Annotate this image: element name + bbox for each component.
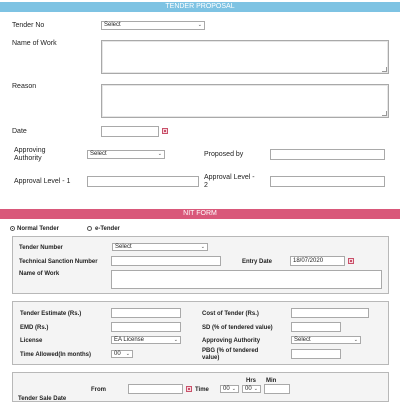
normal-tender-radio[interactable] <box>10 226 15 231</box>
chevron-down-icon: ⌄ <box>253 386 258 392</box>
time-allowed-select-value: 00 <box>114 351 121 357</box>
reason-textarea[interactable] <box>101 84 389 118</box>
chevron-down-icon: ⌄ <box>125 351 130 357</box>
chevron-down-icon: ⌄ <box>197 22 202 28</box>
time-min-value: 00 <box>245 386 252 392</box>
nit-name-of-work-textarea[interactable] <box>111 270 382 289</box>
time-extra-input[interactable] <box>264 384 290 394</box>
cost-of-tender-label: Cost of Tender (Rs.) <box>202 311 259 317</box>
entry-date-label: Entry Date <box>242 259 273 265</box>
approving-authority-label-line1: Approving <box>14 147 46 154</box>
proposed-by-input[interactable] <box>270 149 385 160</box>
approval-level-2-input[interactable] <box>270 176 385 187</box>
chevron-down-icon: ⌄ <box>353 337 358 343</box>
time-allowed-select[interactable]: 00 ⌄ <box>111 350 133 358</box>
from-label: From <box>91 387 106 393</box>
reason-label: Reason <box>12 83 37 90</box>
tender-number-select-value: Select <box>115 244 132 250</box>
nit-approving-authority-select[interactable]: Select ⌄ <box>291 336 361 344</box>
tender-no-select-value: Select <box>104 22 121 28</box>
tender-no-select[interactable]: Select ⌄ <box>101 21 205 30</box>
approving-authority-select-value: Select <box>90 151 107 157</box>
tender-no-label: Tender No <box>12 22 45 29</box>
e-tender-radio[interactable] <box>87 226 92 231</box>
tender-number-select[interactable]: Select ⌄ <box>112 243 208 251</box>
chevron-down-icon: ⌄ <box>157 151 162 157</box>
approving-authority-label-line2: Authority <box>14 155 42 162</box>
name-of-work-textarea[interactable] <box>101 40 389 74</box>
time-allowed-label: Time Allowed(In months) <box>20 352 92 358</box>
entry-date-input[interactable]: 18/07/2020 <box>290 256 345 266</box>
chevron-down-icon: ⌄ <box>173 337 178 343</box>
proposed-by-label: Proposed by <box>204 151 244 158</box>
resize-handle-icon[interactable] <box>382 111 387 116</box>
tender-estimate-input[interactable] <box>111 308 181 318</box>
sd-input[interactable] <box>291 322 341 332</box>
from-date-input[interactable] <box>128 384 183 394</box>
approval-level-2-label-line2: 2 <box>204 182 208 189</box>
emd-label: EMD (Rs.) <box>20 325 49 331</box>
chevron-down-icon: ⌄ <box>231 386 236 392</box>
tender-sale-date-label: Tender Sale Date <box>18 396 67 402</box>
calendar-icon[interactable] <box>186 386 192 392</box>
nit-form-header: NIT FORM <box>0 209 400 219</box>
calendar-icon[interactable] <box>162 128 168 134</box>
time-hrs-select[interactable]: 00 ⌄ <box>220 385 239 393</box>
time-label: Time <box>195 387 209 393</box>
resize-handle-icon[interactable] <box>382 67 387 72</box>
license-label: License <box>20 338 43 344</box>
approval-level-1-label: Approval Level - 1 <box>14 178 71 185</box>
cost-of-tender-input[interactable] <box>291 308 369 318</box>
pbg-label-line2: value) <box>202 355 220 361</box>
tender-proposal-header: TENDER PROPOSAL <box>0 2 400 12</box>
approval-level-1-input[interactable] <box>87 176 199 187</box>
calendar-icon[interactable] <box>348 258 354 264</box>
chevron-down-icon: ⌄ <box>200 244 205 250</box>
date-input[interactable] <box>101 126 159 137</box>
tender-proposal-title: TENDER PROPOSAL <box>165 3 235 10</box>
nit-form-title: NIT FORM <box>183 210 217 217</box>
tech-sanction-label: Technical Sanction Number <box>19 259 98 265</box>
nit-name-of-work-label: Name of Work <box>19 271 60 277</box>
approval-level-2-label-line1: Approval Level - <box>204 174 255 181</box>
time-min-select[interactable]: 00 ⌄ <box>242 385 261 393</box>
sd-label: SD (% of tendered value) <box>202 325 273 331</box>
license-select-value: EA License <box>114 337 145 343</box>
nit-approving-authority-label: Approving Authority <box>202 338 261 344</box>
normal-tender-label: Normal Tender <box>17 226 59 232</box>
pbg-input[interactable] <box>291 349 341 359</box>
nit-approving-authority-select-value: Select <box>294 337 311 343</box>
e-tender-label: e-Tender <box>95 226 120 232</box>
entry-date-value: 18/07/2020 <box>293 258 324 264</box>
license-select[interactable]: EA License ⌄ <box>111 336 181 344</box>
tender-estimate-label: Tender Estimate (Rs.) <box>20 311 82 317</box>
name-of-work-label: Name of Work <box>12 40 57 47</box>
tender-number-label: Tender Number <box>19 245 63 251</box>
emd-input[interactable] <box>111 322 181 332</box>
date-label: Date <box>12 128 27 135</box>
hrs-label: Hrs <box>246 378 257 384</box>
approving-authority-select[interactable]: Select ⌄ <box>87 150 165 159</box>
tech-sanction-input[interactable] <box>111 256 221 266</box>
time-hrs-value: 00 <box>223 386 230 392</box>
